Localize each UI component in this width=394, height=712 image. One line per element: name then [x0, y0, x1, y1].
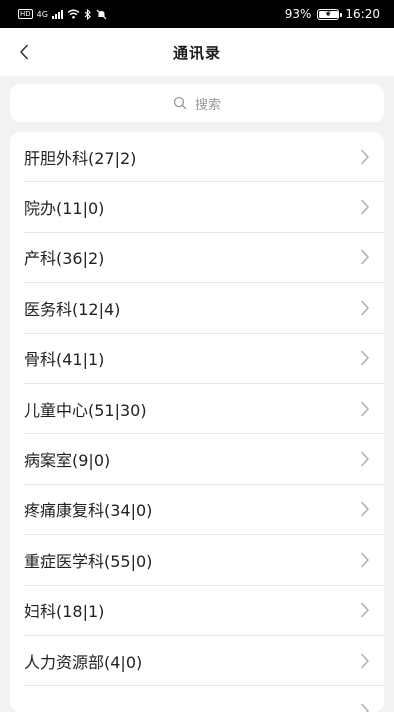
wifi-icon [67, 9, 80, 19]
search-icon [173, 96, 187, 110]
clock: 16:20 [345, 7, 380, 21]
signal-icon [51, 9, 63, 19]
department-label: 妇科(18|1) [24, 602, 105, 622]
department-label: 病案室(9|0) [24, 451, 111, 471]
department-label: 疼痛康复科(34|0) [24, 501, 153, 521]
chevron-right-icon [361, 703, 369, 712]
chevron-right-icon [361, 401, 369, 416]
list-item[interactable]: 肝胆外科(27|2) [24, 132, 384, 183]
department-label: 产科(36|2) [24, 249, 105, 269]
chevron-right-icon [361, 199, 369, 215]
department-label: 肝胆外科(27|2) [24, 148, 137, 168]
department-label: 医务科(12|4) [24, 299, 121, 319]
search-input[interactable]: 搜索 [10, 84, 384, 122]
chevron-right-icon [361, 149, 369, 164]
bluetooth-icon [84, 8, 91, 20]
department-label: 人力资源部(4|0) [24, 652, 143, 672]
status-right: 93% ❦ 16:20 [285, 7, 380, 21]
status-left: HD 4G [18, 8, 107, 20]
list-item[interactable]: 人力资源部(4|0) [24, 636, 384, 687]
chevron-right-icon [361, 552, 369, 568]
network-type-label: 4G [36, 9, 48, 19]
chevron-right-icon [361, 502, 369, 517]
navigation-bar: 通讯录 [0, 28, 394, 76]
department-list: 肝胆外科(27|2) 院办(11|0) 产科(36|2) 医务科(12|4) 骨… [10, 132, 384, 712]
chevron-right-icon [361, 653, 369, 668]
list-item[interactable] [24, 686, 384, 712]
list-item[interactable]: 院办(11|0) [24, 182, 384, 233]
status-bar: HD 4G 93% ❦ 16:20 [0, 0, 394, 28]
list-item[interactable]: 医务科(12|4) [24, 283, 384, 334]
department-label: 重症医学科(55|0) [24, 551, 153, 571]
department-label: 院办(11|0) [24, 199, 105, 219]
list-item[interactable]: 妇科(18|1) [24, 586, 384, 636]
page-title: 通讯录 [172, 43, 221, 62]
department-label: 骨科(41|1) [24, 350, 105, 370]
chevron-right-icon [361, 250, 369, 265]
chevron-right-icon [361, 451, 369, 467]
battery-percent: 93% [284, 7, 312, 21]
list-item[interactable]: 产科(36|2) [24, 233, 384, 284]
chevron-right-icon [361, 350, 369, 366]
list-item[interactable]: 疼痛康复科(34|0) [24, 485, 384, 536]
list-item[interactable]: 骨科(41|1) [24, 334, 384, 384]
chevron-left-icon [20, 44, 28, 60]
list-item[interactable]: 病案室(9|0) [24, 434, 384, 485]
battery-icon: ❦ [317, 8, 343, 20]
mute-bell-icon [96, 9, 107, 19]
department-label: 儿童中心(51|30) [24, 400, 147, 420]
list-item[interactable]: 重症医学科(55|0) [24, 535, 384, 586]
chevron-right-icon [361, 300, 369, 316]
search-placeholder: 搜索 [194, 97, 221, 113]
chevron-right-icon [361, 602, 369, 618]
list-item[interactable]: 儿童中心(51|30) [24, 384, 384, 435]
back-button[interactable] [12, 40, 36, 64]
hd-badge: HD [18, 9, 33, 19]
